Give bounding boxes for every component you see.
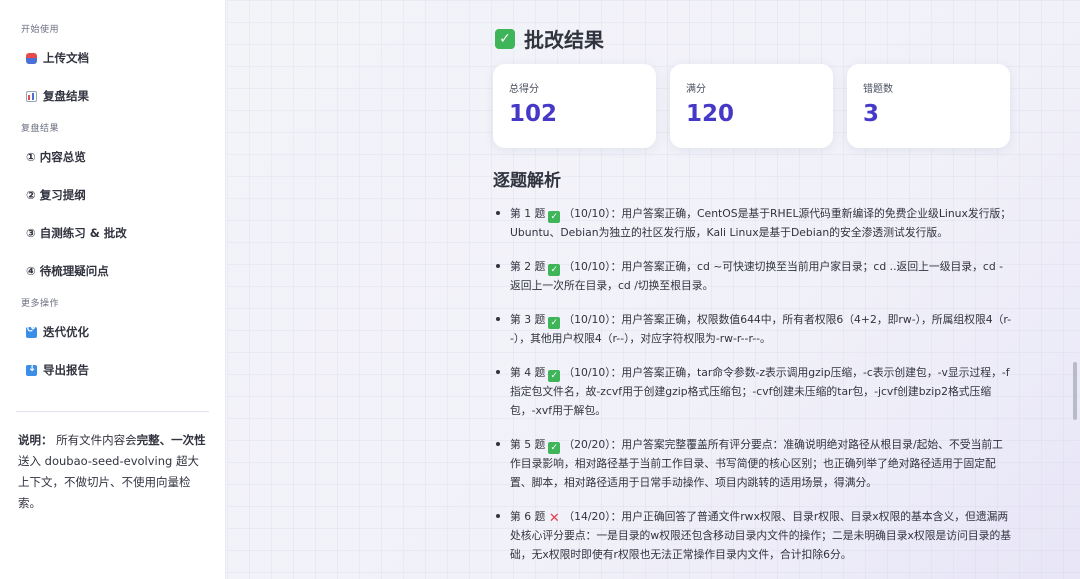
metric-card-full-score: 满分 120: [670, 64, 833, 148]
check-mark-icon: ✓: [548, 211, 561, 223]
question-number: 第 5 题: [510, 438, 546, 451]
note-text-2: 送入 doubao-seed-evolving 超大上下文，不做切片、不使用向量…: [18, 454, 199, 510]
cross-mark-icon: ✕: [548, 511, 560, 526]
question-analysis-list: 第 1 题 ✓ （10/10）：用户答案正确，CentOS是基于RHEL源代码重新编…: [493, 204, 1013, 579]
sidebar-item-outline[interactable]: ② 复习提纲: [18, 182, 209, 208]
sidebar-item-label: 迭代优化: [43, 325, 89, 339]
metric-cards: 总得分 102 满分 120 错题数 3: [493, 64, 1024, 148]
metric-card-wrong-count: 错题数 3: [847, 64, 1010, 148]
sidebar: 开始使用 上传文档 复盘结果 复盘结果 ① 内容总览 ② 复习提纲 ③ 自测练习…: [0, 0, 226, 579]
list-item: 第 3 题 ✓ （10/10）：用户答案正确，权限数值644中，所有者权限6（4+2…: [493, 310, 1013, 348]
upload-icon: [26, 52, 37, 64]
question-feedback: （14/20）：用户正确回答了普通文件rwx权限、目录r权限、目录x权限的基本含…: [510, 510, 1012, 561]
list-item: 第 1 题 ✓ （10/10）：用户答案正确，CentOS是基于RHEL源代码重新编…: [493, 204, 1013, 242]
sidebar-item-questions[interactable]: ④ 待梳理疑问点: [18, 258, 209, 284]
check-mark-icon: ✓: [548, 370, 561, 382]
check-mark-icon: ✓: [548, 442, 561, 454]
sidebar-section-review: 复盘结果: [21, 124, 60, 134]
sidebar-item-label: 导出报告: [43, 363, 89, 377]
sidebar-item-label: 上传文档: [43, 51, 89, 65]
note-bold: 完整、一次性: [136, 433, 206, 447]
sidebar-section-start: 开始使用: [21, 25, 60, 35]
sidebar-item-label: ③ 自测练习 & 批改: [26, 226, 127, 240]
sidebar-item-label: ① 内容总览: [26, 150, 86, 164]
list-item: 第 4 题 ✓ （10/10）：用户答案正确，tar命令参数-z表示调用gzip压缩…: [493, 363, 1013, 420]
question-feedback: （10/10）：用户答案正确，权限数值644中，所有者权限6（4+2，即rw-）…: [510, 313, 1012, 345]
sidebar-note: 说明： 所有文件内容会完整、一次性送入 doubao-seed-evolving…: [18, 430, 209, 514]
sidebar-item-label: ④ 待梳理疑问点: [26, 264, 109, 278]
question-feedback: （20/20）：用户答案完整覆盖所有评分要点：准确说明绝对路径从根目录/起始、不…: [510, 438, 1003, 489]
sidebar-divider: [16, 411, 209, 412]
check-mark-icon: ✓: [548, 317, 561, 329]
question-feedback: （10/10）：用户答案正确，CentOS是基于RHEL源代码重新编译的免费企业…: [510, 207, 1012, 239]
check-mark-icon: ✓: [548, 264, 561, 276]
sidebar-item-iterate[interactable]: 迭代优化: [18, 319, 209, 345]
metric-value: 102: [509, 101, 558, 127]
sidebar-section-more: 更多操作: [21, 299, 60, 309]
question-feedback: （10/10）：用户答案正确，tar命令参数-z表示调用gzip压缩，-c表示创…: [510, 366, 1010, 417]
question-number: 第 6 题: [510, 510, 546, 523]
sidebar-item-practice[interactable]: ③ 自测练习 & 批改: [18, 220, 209, 246]
sidebar-item-overview[interactable]: ① 内容总览: [18, 144, 209, 170]
list-item: 第 6 题 ✕ （14/20）：用户正确回答了普通文件rwx权限、目录r权限、目录x…: [493, 507, 1013, 564]
question-number: 第 1 题: [510, 207, 546, 220]
note-label: 说明：: [18, 433, 53, 447]
sidebar-item-review-results[interactable]: 复盘结果: [18, 83, 209, 109]
metric-card-total-score: 总得分 102: [493, 64, 656, 148]
refresh-icon: [26, 324, 37, 338]
metric-label: 满分: [686, 84, 706, 95]
note-text-1: 所有文件内容会: [56, 433, 137, 447]
metric-label: 错题数: [863, 84, 893, 95]
list-item: 第 2 题 ✓ （10/10）：用户答案正确，cd ~可快速切换至当前用户家目录；c…: [493, 257, 1013, 295]
check-mark-icon: [495, 28, 515, 49]
page-title: 批改结果: [524, 28, 604, 52]
metric-label: 总得分: [509, 84, 539, 95]
metric-value: 3: [863, 101, 880, 127]
main-area: 批改结果 总得分 102 满分 120 错题数 3 逐题解析 第 1 题✓（10…: [227, 0, 1080, 579]
page-title-row: 批改结果: [495, 24, 604, 53]
download-icon: [26, 363, 37, 376]
sidebar-item-upload[interactable]: 上传文档: [18, 45, 209, 71]
sidebar-item-label: 复盘结果: [43, 89, 89, 103]
question-number: 第 2 题: [510, 260, 546, 273]
question-feedback: （10/10）：用户答案正确，cd ~可快速切换至当前用户家目录；cd ..返回…: [510, 260, 1004, 292]
scrollbar-thumb[interactable]: [1073, 362, 1077, 420]
section-title: 逐题解析: [493, 171, 561, 191]
sidebar-item-export[interactable]: 导出报告: [18, 357, 209, 383]
question-number: 第 4 题: [510, 366, 546, 379]
bar-chart-icon: [26, 90, 37, 102]
metric-value: 120: [686, 101, 735, 127]
question-number: 第 3 题: [510, 313, 546, 326]
list-item: 第 5 题 ✓ （20/20）：用户答案完整覆盖所有评分要点：准确说明绝对路径从根目…: [493, 435, 1013, 492]
sidebar-item-label: ② 复习提纲: [26, 188, 86, 202]
